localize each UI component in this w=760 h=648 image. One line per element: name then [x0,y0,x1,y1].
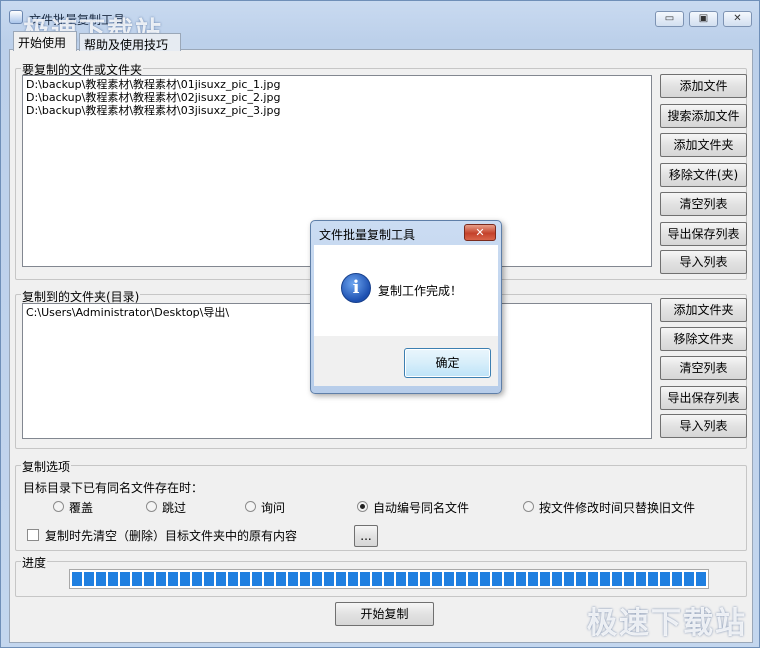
radio-skip-label[interactable]: 跳过 [162,499,186,516]
radio-replace-older[interactable] [523,501,534,512]
search-add-file-button[interactable]: 搜索添加文件 [660,104,747,128]
options-question: 目标目录下已有同名文件存在时： [23,481,204,495]
close-button[interactable]: ✕ [723,11,752,27]
export-list-button[interactable]: 导出保存列表 [660,222,747,246]
dialog-close-button[interactable]: ✕ [464,224,496,241]
clear-list-button[interactable]: 清空列表 [660,192,747,216]
radio-skip[interactable] [146,501,157,512]
dest-export-list-button[interactable]: 导出保存列表 [660,386,747,410]
radio-overwrite-label[interactable]: 覆盖 [69,499,93,516]
source-list-item[interactable]: D:\backup\教程素材\教程素材\01jisuxz_pic_1.jpg [26,78,648,91]
progress-bar [69,569,709,589]
radio-replace-older-label[interactable]: 按文件修改时间只替换旧文件 [539,499,695,516]
info-icon: i [341,273,371,303]
app-icon [9,10,23,24]
source-list-item[interactable]: D:\backup\教程素材\教程素材\02jisuxz_pic_2.jpg [26,91,648,104]
clear-target-checkbox[interactable] [27,529,39,541]
main-window: 文件批量复制工具 ▭ ▣ ✕ 极速下载站 开始使用 帮助及使用技巧 要复制的文件… [0,0,760,648]
minimize-button[interactable]: ▭ [655,11,684,27]
dialog-ok-button[interactable]: 确定 [404,348,491,378]
dest-add-folder-button[interactable]: 添加文件夹 [660,298,747,322]
radio-ask[interactable] [245,501,256,512]
progress-fill [72,572,706,586]
options-group-label: 复制选项 [21,458,72,475]
watermark-bottom: 极速下载站 [587,606,747,641]
dialog-title: 文件批量复制工具 [319,228,416,242]
radio-auto-number[interactable] [357,501,368,512]
maximize-button[interactable]: ▣ [689,11,718,27]
add-folder-button[interactable]: 添加文件夹 [660,133,747,157]
clear-target-label[interactable]: 复制时先清空（删除）目标文件夹中的原有内容 [45,527,297,544]
radio-ask-label[interactable]: 询问 [261,499,285,516]
tab-start[interactable]: 开始使用 [13,31,77,51]
completion-dialog: 文件批量复制工具 ✕ i 复制工作完成！ 确定 [310,220,502,394]
remove-file-button[interactable]: 移除文件(夹) [660,163,747,187]
progress-label: 进度 [21,554,48,571]
browse-button[interactable]: ... [354,525,378,547]
add-file-button[interactable]: 添加文件 [660,74,747,98]
radio-auto-number-label[interactable]: 自动编号同名文件 [373,499,469,516]
dialog-message: 复制工作完成！ [378,284,463,298]
tab-help[interactable]: 帮助及使用技巧 [79,33,181,52]
dest-import-list-button[interactable]: 导入列表 [660,414,747,438]
source-list-item[interactable]: D:\backup\教程素材\教程素材\03jisuxz_pic_3.jpg [26,104,648,117]
radio-overwrite[interactable] [53,501,64,512]
import-list-button[interactable]: 导入列表 [660,250,747,274]
dest-clear-list-button[interactable]: 清空列表 [660,356,747,380]
start-copy-button[interactable]: 开始复制 [335,602,434,626]
dest-remove-folder-button[interactable]: 移除文件夹 [660,327,747,351]
